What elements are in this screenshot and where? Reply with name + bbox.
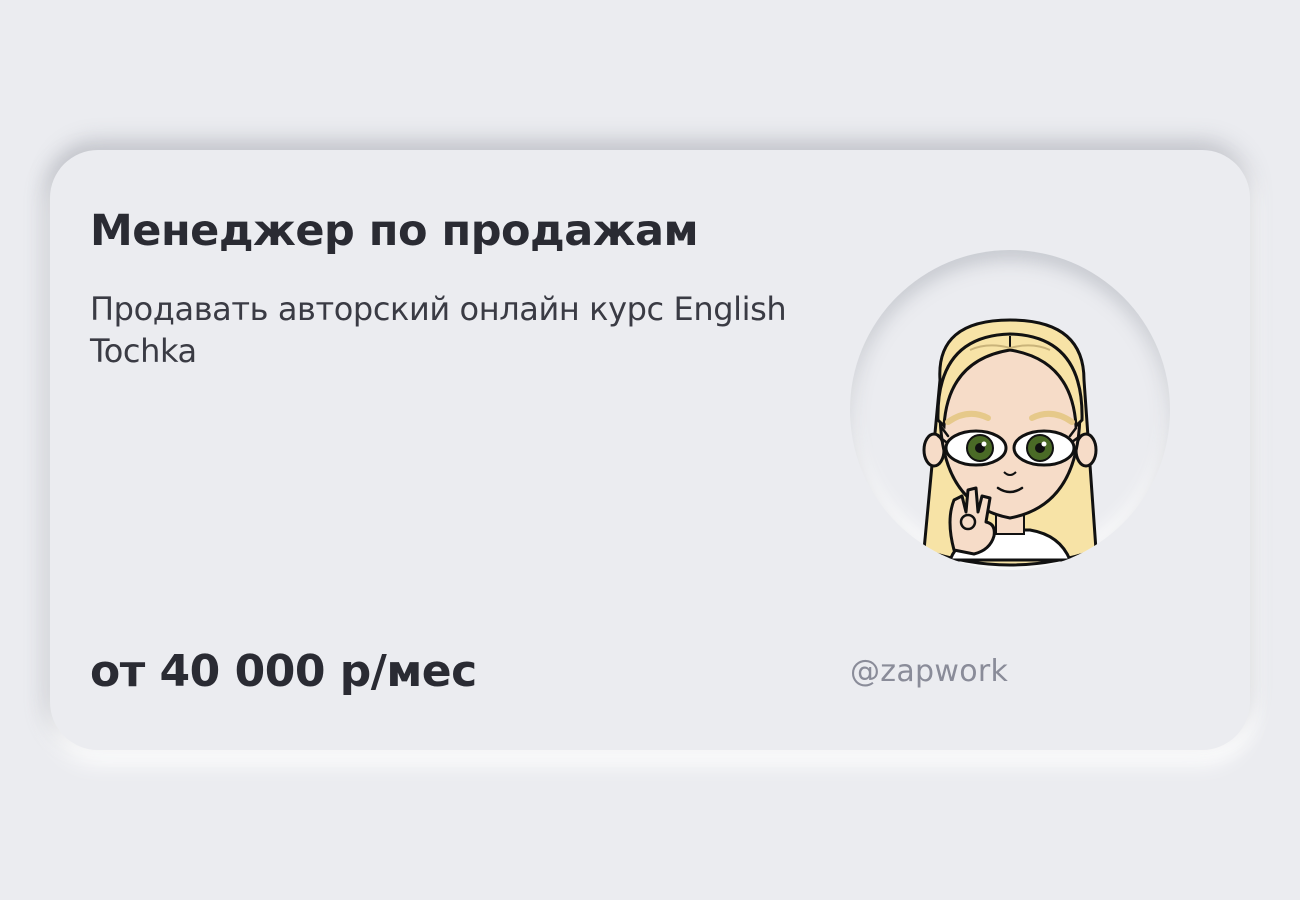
job-description: Продавать авторский онлайн курс English … bbox=[90, 290, 787, 370]
salary-label: от 40 000 р/мес bbox=[90, 646, 477, 697]
cartoon-girl-avatar-icon bbox=[922, 318, 1098, 567]
job-card[interactable]: Менеджер по продажам Продавать авторский… bbox=[50, 150, 1250, 750]
job-title: Менеджер по продажам bbox=[90, 206, 699, 256]
avatar bbox=[850, 250, 1170, 570]
handle-label[interactable]: @zapwork bbox=[850, 654, 1008, 689]
